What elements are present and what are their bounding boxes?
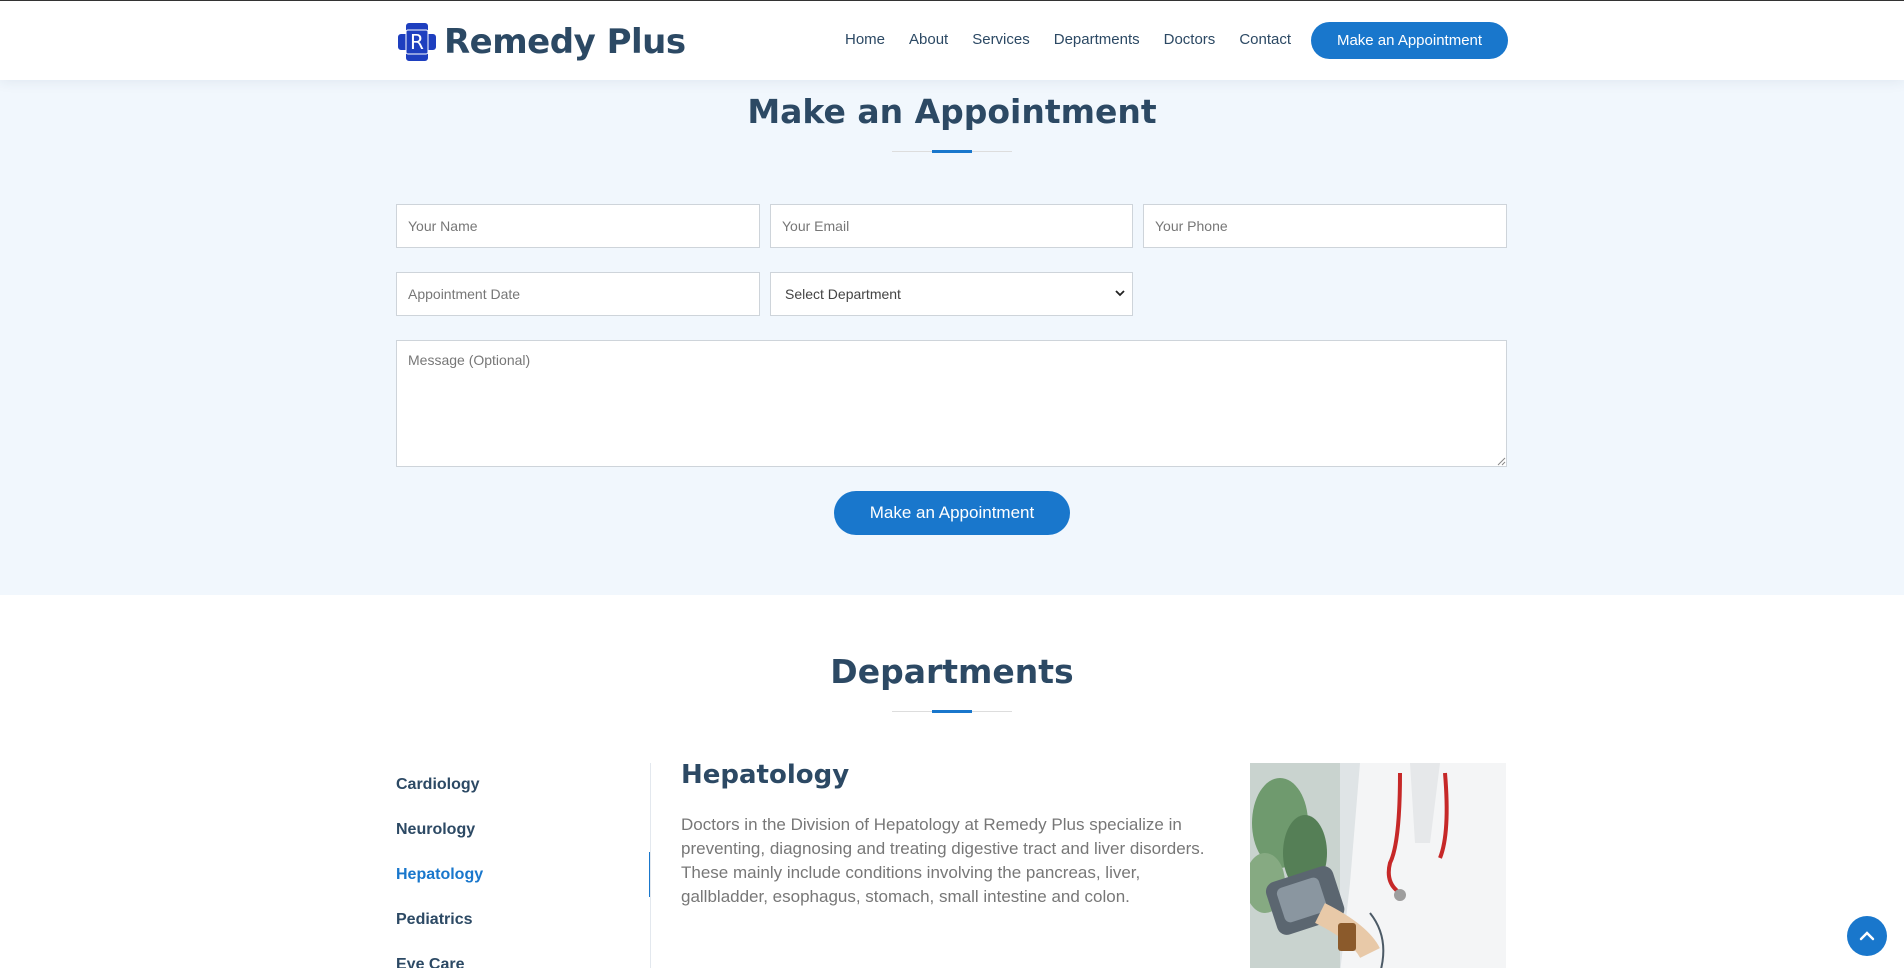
nav-home[interactable]: Home [845,31,885,48]
tab-neurology[interactable]: Neurology [396,807,651,852]
department-image [1250,763,1506,968]
department-tabs: Cardiology Neurology Hepatology Pediatri… [396,762,651,968]
nav-contact[interactable]: Contact [1239,31,1291,48]
appointment-section: Make an Appointment Select Department Ma… [0,80,1904,595]
back-to-top-button[interactable] [1847,916,1887,956]
departments-section: Departments Cardiology Neurology Hepatol… [0,595,1904,968]
department-select-value: Select Department [785,286,901,302]
site-header: R Remedy Plus Home About Services Depart… [0,0,1904,80]
resize-handle-icon[interactable] [1496,456,1506,466]
nav-about[interactable]: About [909,31,948,48]
message-field[interactable] [396,340,1507,467]
main-nav: Home About Services Departments Doctors … [845,31,1315,48]
title-accent [932,710,972,713]
tab-cardiology[interactable]: Cardiology [396,762,651,807]
header-appointment-button[interactable]: Make an Appointment [1311,22,1508,59]
medical-cross-icon: R [396,21,438,63]
submit-appointment-button[interactable]: Make an Appointment [834,491,1070,535]
nav-doctors[interactable]: Doctors [1164,31,1216,48]
tabs-divider [650,763,651,968]
chevron-down-icon [1114,287,1126,302]
nav-departments[interactable]: Departments [1054,31,1140,48]
department-select[interactable]: Select Department [770,272,1133,316]
appointment-date-field[interactable] [396,272,760,316]
department-detail-text: Doctors in the Division of Hepatology at… [681,815,1205,906]
department-detail-title: Hepatology [681,760,850,790]
tab-pediatrics[interactable]: Pediatrics [396,897,651,942]
chevron-up-icon [1859,931,1875,941]
appointment-title: Make an Appointment [747,92,1157,131]
logo-letter: R [410,30,424,54]
departments-title: Departments [830,652,1074,691]
email-field[interactable] [770,204,1133,248]
tab-eye-care[interactable]: Eye Care [396,942,651,968]
name-field[interactable] [396,204,760,248]
tab-hepatology[interactable]: Hepatology [396,852,651,897]
title-accent [932,150,972,153]
logo-text: Remedy Plus [444,22,686,62]
nav-services[interactable]: Services [972,31,1030,48]
logo[interactable]: R Remedy Plus [396,21,686,63]
phone-field[interactable] [1143,204,1507,248]
